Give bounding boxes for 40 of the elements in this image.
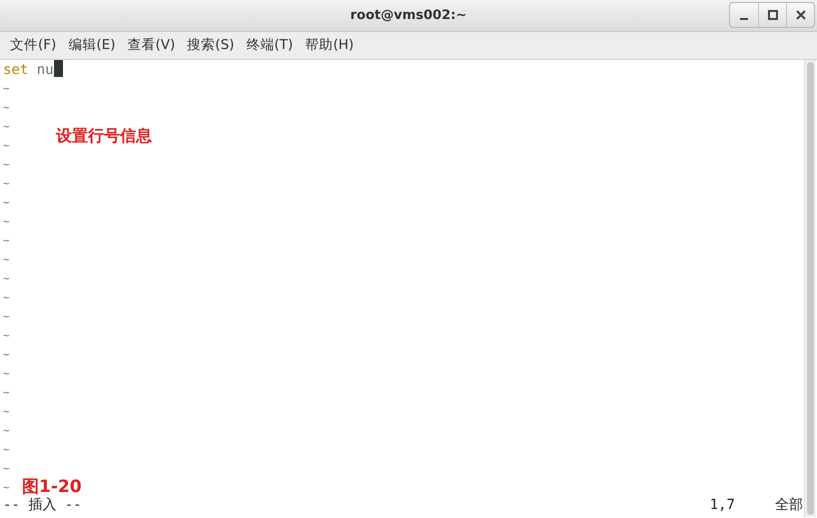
window-title: root@vms002:~ bbox=[350, 6, 467, 25]
tilde-marker: ~ bbox=[3, 177, 10, 190]
tilde-marker: ~ bbox=[3, 443, 10, 456]
tilde-marker: ~ bbox=[3, 139, 10, 152]
command-text: set bbox=[3, 62, 28, 78]
tilde-marker: ~ bbox=[3, 196, 10, 209]
tilde-marker: ~ bbox=[3, 386, 10, 399]
scroll-position: 全部 bbox=[775, 496, 803, 515]
maximize-icon bbox=[768, 10, 778, 20]
tilde-marker: ~ bbox=[3, 348, 10, 361]
tilde-marker: ~ bbox=[3, 367, 10, 380]
minimize-icon bbox=[740, 18, 748, 20]
menu-item[interactable]: 文件(F) bbox=[4, 35, 62, 56]
tilde-marker: ~ bbox=[3, 481, 10, 494]
annotation-note: 设置行号信息 bbox=[56, 126, 152, 145]
tilde-marker: ~ bbox=[3, 215, 10, 228]
tilde-marker: ~ bbox=[3, 82, 10, 95]
mode-indicator: -- 插入 -- bbox=[3, 496, 82, 515]
tilde-marker: ~ bbox=[3, 462, 10, 475]
command-text: nu bbox=[36, 62, 54, 78]
menu-item[interactable]: 查看(V) bbox=[121, 35, 182, 56]
menu-item[interactable]: 编辑(E) bbox=[62, 35, 122, 56]
figure-label: 图1-20 bbox=[22, 478, 82, 497]
menu-item[interactable]: 搜索(S) bbox=[181, 35, 240, 56]
cursor-position: 1,7 bbox=[710, 496, 735, 515]
tilde-marker: ~ bbox=[3, 329, 10, 342]
close-icon bbox=[796, 10, 806, 20]
tilde-marker: ~ bbox=[3, 253, 10, 266]
tilde-marker: ~ bbox=[3, 234, 10, 247]
tilde-marker: ~ bbox=[3, 291, 10, 304]
tilde-marker: ~ bbox=[3, 272, 10, 285]
tilde-marker: ~ bbox=[3, 310, 10, 323]
tilde-marker: ~ bbox=[3, 405, 10, 418]
menu-item[interactable]: 帮助(H) bbox=[299, 35, 360, 56]
scrollbar[interactable] bbox=[804, 60, 816, 517]
menu-item[interactable]: 终端(T) bbox=[240, 35, 300, 56]
tilde-marker: ~ bbox=[3, 424, 10, 437]
tilde-marker: ~ bbox=[3, 101, 10, 114]
tilde-marker: ~ bbox=[3, 120, 10, 133]
tilde-marker: ~ bbox=[3, 158, 10, 171]
